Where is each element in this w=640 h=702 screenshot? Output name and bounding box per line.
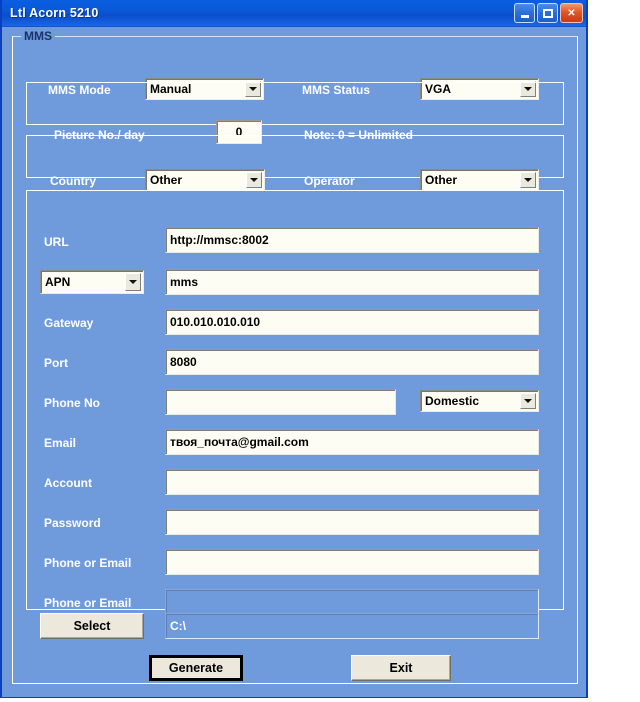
gateway-input[interactable]: 010.010.010.010 [165,309,539,335]
chevron-down-icon[interactable] [246,172,262,188]
phone-type-select[interactable]: Domestic [420,390,539,412]
select-button[interactable]: Select [40,613,144,639]
password-input[interactable] [165,509,539,535]
phone-no-input[interactable] [165,389,396,415]
picture-count-groupbox [26,82,564,125]
maximize-button[interactable] [537,3,558,23]
account-label: Account [44,476,92,490]
operator-select[interactable]: Other [420,169,539,191]
operator-value: Other [425,173,458,187]
email-label: Email [44,436,77,450]
window-controls: ✕ [514,3,583,23]
gateway-label: Gateway [44,316,94,330]
port-input[interactable]: 8080 [165,349,539,375]
maximize-icon [542,8,553,18]
port-label: Port [44,356,68,370]
title-bar[interactable]: Ltl Acorn 5210 ✕ [2,0,586,27]
phone-type-value: Domestic [425,394,480,408]
phone-or-email-2-label: Phone or Email [44,596,132,610]
mms-groupbox-title: MMS [21,29,55,43]
apn-input[interactable]: mms [165,269,539,295]
account-input[interactable] [165,469,539,495]
minimize-button[interactable] [514,3,535,23]
country-label: Country [50,174,96,188]
chevron-down-icon[interactable] [520,172,536,188]
url-input[interactable]: http://mmsc:8002 [165,227,539,253]
minimize-icon [520,15,529,18]
window-title: Ltl Acorn 5210 [10,6,99,20]
email-input[interactable]: твоя_почта@gmail.com [165,429,539,455]
apn-select[interactable]: APN [40,270,144,294]
screen: Ltl Acorn 5210 ✕ MMS MMS Mode Manual MMS… [0,0,640,702]
client-area: MMS MMS Mode Manual MMS Status VGA Pictu… [2,27,586,697]
chevron-down-icon[interactable] [520,393,536,409]
application-window: Ltl Acorn 5210 ✕ MMS MMS Mode Manual MMS… [0,0,588,698]
apn-label: APN [45,275,71,289]
country-value: Other [150,173,183,187]
exit-button[interactable]: Exit [351,655,451,681]
phone-no-label: Phone No [44,396,100,410]
phone-or-email-1-input[interactable] [165,549,539,575]
phone-or-email-2-input [165,589,539,615]
chevron-down-icon[interactable] [125,273,141,291]
phone-or-email-1-label: Phone or Email [44,556,132,570]
operator-label: Operator [304,174,355,188]
generate-button[interactable]: Generate [149,655,243,681]
output-path-field: C:\ [165,613,539,639]
country-select[interactable]: Other [145,169,265,191]
password-label: Password [44,516,101,530]
close-button[interactable]: ✕ [560,3,583,23]
url-label: URL [44,235,69,249]
